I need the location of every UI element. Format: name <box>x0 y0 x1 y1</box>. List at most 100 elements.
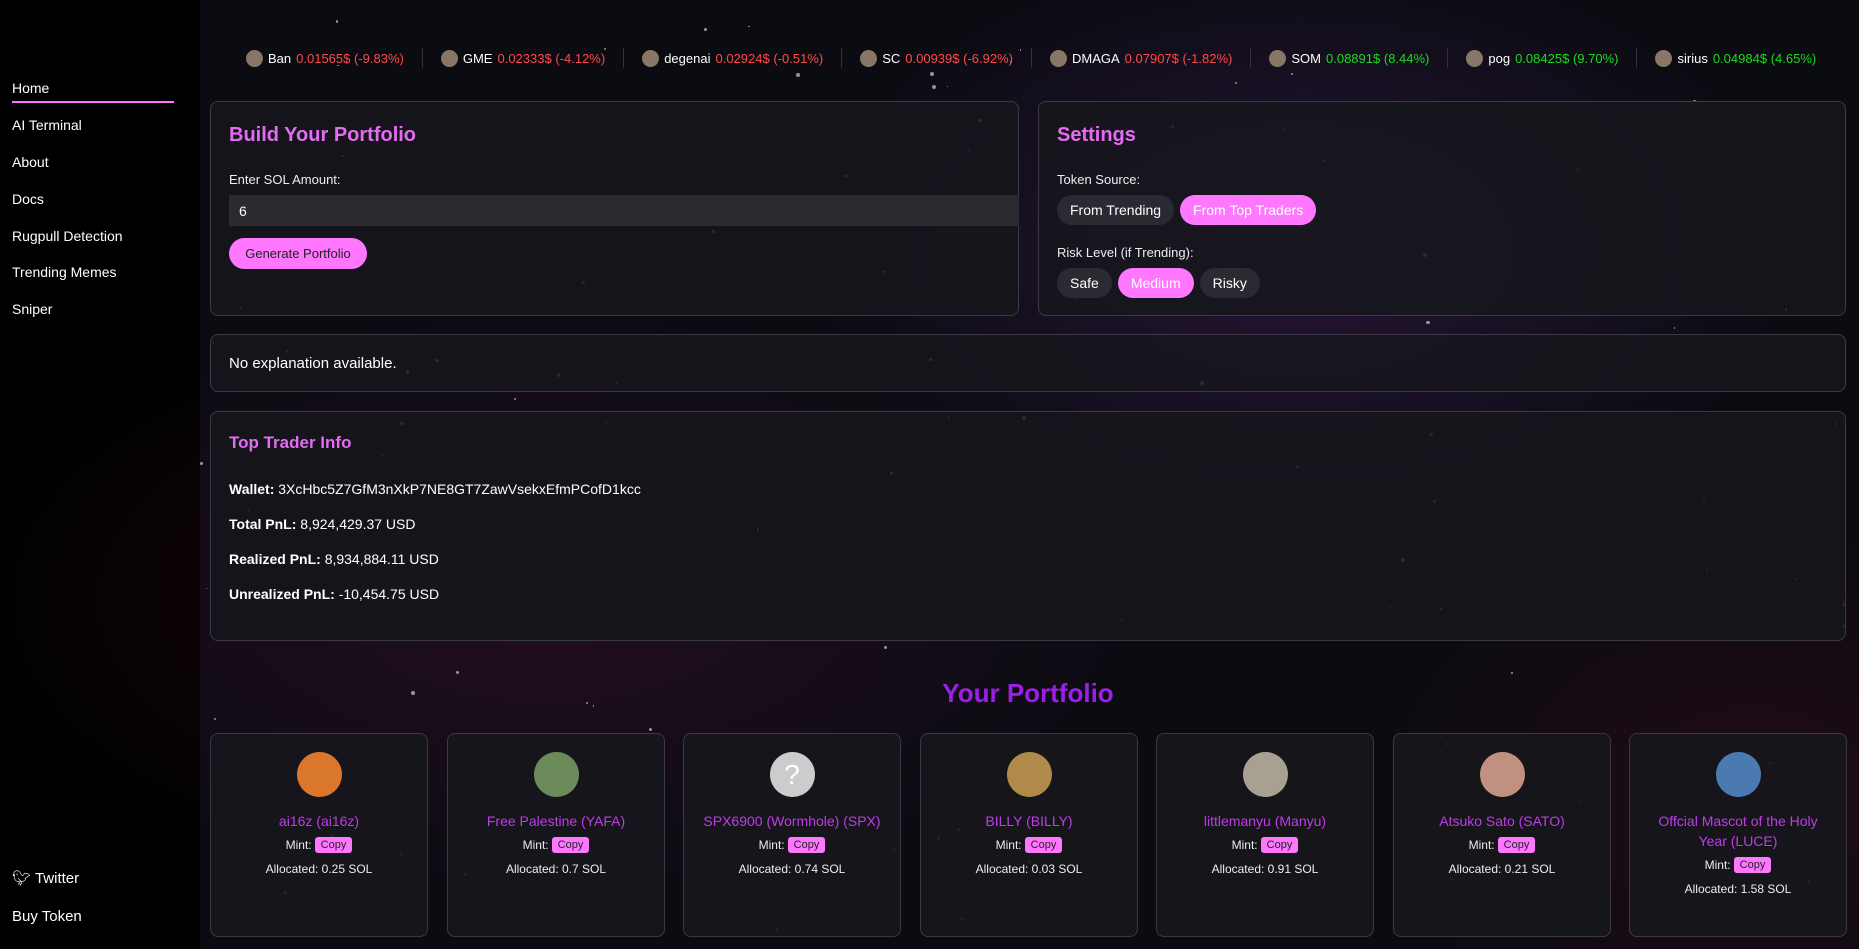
copy-mint-button[interactable]: Copy <box>1260 837 1299 853</box>
allocated-amount: Allocated: 0.21 SOL <box>1448 862 1556 876</box>
token-avatar-icon <box>1466 49 1484 67</box>
ticker-item[interactable]: degenai 0.02924$ (-0.51%) <box>623 48 841 68</box>
ticker-item[interactable]: sirius 0.04984$ (4.65%) <box>1636 48 1834 68</box>
ticker-item[interactable]: GME 0.02333$ (-4.12%) <box>421 48 623 68</box>
token-image <box>1479 752 1525 797</box>
mint-label: Mint: <box>995 838 1022 852</box>
token-card: BILLY (BILLY) Mint: Copy Allocated: 0.03 SO… <box>920 733 1138 937</box>
ticker-price: 0.08891$ (8.44%) <box>1326 50 1430 66</box>
top-trader-panel: Top Trader Info Wallet: 3XcHbc5Z7GfM3nXk… <box>210 411 1846 641</box>
allocated-amount: Allocated: 1.58 SOL <box>1684 882 1792 896</box>
ticker-price: 0.01565$ (-9.83%) <box>296 50 404 66</box>
star <box>200 462 203 465</box>
wallet-label: Wallet: <box>229 481 275 497</box>
token-avatar-icon <box>1049 49 1067 67</box>
token-card: littlemanyu (Manyu) Mint: Copy Allocated: 0… <box>1156 733 1374 937</box>
token-name: ai16z (ai16z) <box>278 813 360 829</box>
allocated-amount: Allocated: 0.91 SOL <box>1211 862 1319 876</box>
ticker-name: DMAGA <box>1071 50 1120 66</box>
wallet-address: 3XcHbc5Z7GfM3nXkP7NE8GT7ZawVsekxEfmPCofD… <box>278 481 641 497</box>
allocated-amount: Allocated: 0.7 SOL <box>505 862 607 876</box>
sidebar-item-sniper[interactable]: Sniper <box>12 301 52 317</box>
token-avatar-icon <box>1655 49 1673 67</box>
twitter-label: Twitter <box>34 870 80 887</box>
top-trader-title: Top Trader Info <box>229 433 352 452</box>
token-avatar-icon <box>860 49 878 67</box>
allocated-amount: Allocated: 0.03 SOL <box>975 862 1083 876</box>
star <box>883 646 887 650</box>
explanation-text: No explanation available. <box>229 355 397 372</box>
token-image: ? <box>769 752 815 797</box>
copy-mint-button[interactable]: Copy <box>787 837 826 853</box>
sidebar-item-rugpull-detection[interactable]: Rugpull Detection <box>12 228 123 244</box>
mint-row: Mint: Copy <box>1394 837 1610 853</box>
token-name: Free Palestine (YAFA) <box>486 813 626 829</box>
copy-mint-button[interactable]: Copy <box>1733 857 1772 873</box>
ticker-item[interactable]: SC 0.00939$ (-6.92%) <box>841 48 1031 68</box>
token-name: SPX6900 (Wormhole) (SPX) <box>703 813 881 829</box>
ticker-item[interactable]: Ban 0.01565$ (-9.83%) <box>228 48 422 68</box>
token-image <box>1242 752 1288 797</box>
realized-pnl-value: 8,934,884.11 USD <box>324 551 439 567</box>
copy-mint-button[interactable]: Copy <box>314 837 353 853</box>
total-pnl-label: Total PnL: <box>229 516 297 532</box>
settings-panel: Settings Token Source: From Trending From… <box>1038 101 1846 316</box>
sidebar-item-docs[interactable]: Docs <box>12 191 44 207</box>
mint-row: Mint: Copy <box>684 837 900 853</box>
sol-amount-input[interactable] <box>229 195 1019 226</box>
risk-risky-button[interactable]: Risky <box>1199 268 1260 298</box>
ticker-name: GME <box>462 50 493 66</box>
token-name: Offcial Mascot of the Holy Year (LUCE) <box>1658 813 1818 849</box>
ticker-item[interactable]: DMAGA 0.07907$ (-1.82%) <box>1030 48 1250 68</box>
total-pnl-value: 8,924,429.37 USD <box>300 516 416 532</box>
token-image <box>1715 752 1761 797</box>
ticker-item[interactable]: SOM 0.08891$ (8.44%) <box>1250 48 1447 68</box>
copy-mint-button[interactable]: Copy <box>1024 837 1063 853</box>
from-trending-button[interactable]: From Trending <box>1057 195 1175 225</box>
ticker-price: 0.07907$ (-1.82%) <box>1124 50 1233 66</box>
copy-mint-button[interactable]: Copy <box>551 837 590 853</box>
sol-amount-label: Enter SOL Amount: <box>229 172 341 187</box>
ticker-item[interactable]: pog 0.08425$ (9.70%) <box>1447 48 1636 68</box>
token-name: littlemanyu (Manyu) <box>1203 813 1327 829</box>
from-top-traders-button[interactable]: From Top Traders <box>1180 195 1317 225</box>
token-name: Atsuko Sato (SATO) <box>1439 813 1565 829</box>
unrealized-pnl-row: Unrealized PnL: -10,454.75 USD <box>229 586 439 602</box>
ticker-name: SOM <box>1291 50 1321 66</box>
twitter-link[interactable]: 🐦︎ Twitter <box>12 869 79 887</box>
risk-safe-button[interactable]: Safe <box>1057 268 1112 298</box>
mint-label: Mint: <box>285 838 312 852</box>
star <box>335 19 339 23</box>
sidebar-item-about[interactable]: About <box>12 154 49 170</box>
generate-portfolio-button[interactable]: Generate Portfolio <box>229 238 367 269</box>
token-card: Free Palestine (YAFA) Mint: Copy Allocated:… <box>447 733 665 937</box>
token-image <box>533 752 579 797</box>
sidebar: Home AI Terminal About Docs Rugpull Dete… <box>0 0 200 949</box>
mint-label: Mint: <box>758 838 785 852</box>
token-card: Offcial Mascot of the Holy Year (LUCE) Mi… <box>1629 733 1847 937</box>
mint-label: Mint: <box>1468 838 1495 852</box>
price-ticker: Ban 0.01565$ (-9.83%) GME 0.02333$ (-4.12%)… <box>228 48 1834 68</box>
star <box>796 73 800 77</box>
sidebar-item-ai-terminal[interactable]: AI Terminal <box>12 117 82 133</box>
ticker-price: 0.08425$ (9.70%) <box>1515 50 1619 66</box>
mint-row: Mint: Copy <box>1157 837 1373 853</box>
token-avatar-icon <box>1269 49 1287 67</box>
wallet-row: Wallet: 3XcHbc5Z7GfM3nXkP7NE8GT7ZawVsekx… <box>229 481 641 497</box>
token-source-label: Token Source: <box>1057 172 1141 187</box>
sidebar-item-trending-memes[interactable]: Trending Memes <box>12 264 117 280</box>
token-name: BILLY (BILLY) <box>985 813 1073 829</box>
star <box>931 84 936 89</box>
ticker-price: 0.02333$ (-4.12%) <box>497 50 606 66</box>
sidebar-item-home[interactable]: Home <box>12 80 176 103</box>
risk-medium-button[interactable]: Medium <box>1117 268 1194 298</box>
ticker-price: 0.04984$ (4.65%) <box>1712 50 1817 66</box>
star <box>648 727 653 732</box>
bird-icon: 🐦︎ <box>12 870 32 887</box>
token-image <box>296 752 342 797</box>
settings-title: Settings <box>1057 124 1136 146</box>
total-pnl-row: Total PnL: 8,924,429.37 USD <box>229 516 416 532</box>
copy-mint-button[interactable]: Copy <box>1497 837 1536 853</box>
buy-token-link[interactable]: Buy Token <box>12 908 82 925</box>
token-avatar-icon <box>246 49 263 67</box>
